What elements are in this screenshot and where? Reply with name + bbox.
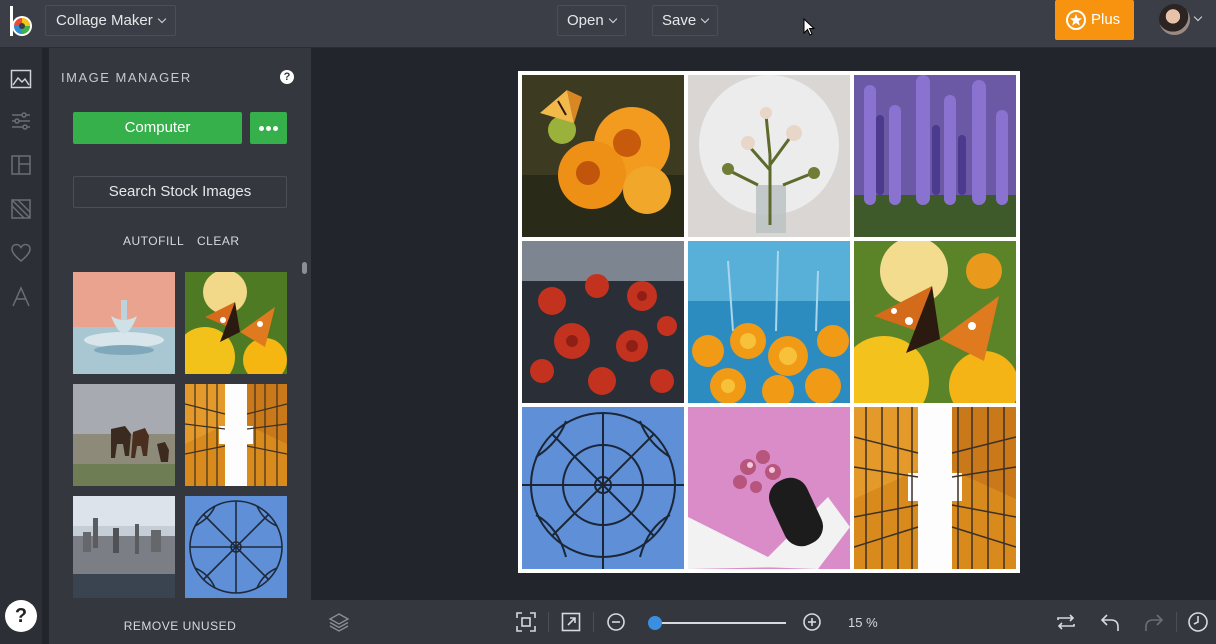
plus-label: Plus bbox=[1091, 11, 1121, 28]
chevron-down-icon bbox=[700, 14, 710, 24]
collage-cell-9[interactable] bbox=[854, 407, 1016, 569]
adjust-sliders-icon[interactable] bbox=[10, 110, 32, 132]
zoom-slider-track[interactable] bbox=[651, 622, 786, 624]
collage-cell-1[interactable] bbox=[522, 75, 684, 237]
thumbnail-grid bbox=[73, 272, 287, 598]
avatar bbox=[1159, 4, 1190, 35]
redo-icon[interactable] bbox=[1143, 611, 1165, 633]
thumbnail-water-drop[interactable] bbox=[73, 272, 175, 374]
layers-icon[interactable] bbox=[328, 611, 350, 633]
actual-size-icon[interactable] bbox=[560, 611, 582, 633]
open-label: Open bbox=[567, 12, 604, 29]
computer-upload-button[interactable]: Computer bbox=[73, 112, 242, 144]
collage-cell-6[interactable] bbox=[854, 241, 1016, 403]
history-clock-icon[interactable] bbox=[1187, 611, 1209, 633]
fit-to-screen-icon[interactable] bbox=[515, 611, 537, 633]
panel-help-icon[interactable]: ? bbox=[280, 70, 294, 84]
search-stock-images-button[interactable]: Search Stock Images bbox=[73, 176, 287, 208]
panel-title: IMAGE MANAGER bbox=[61, 70, 192, 85]
chevron-down-icon bbox=[157, 14, 166, 24]
clear-button[interactable]: CLEAR bbox=[197, 234, 240, 248]
zoom-slider-handle[interactable] bbox=[648, 616, 662, 630]
collage-cell-4[interactable] bbox=[522, 241, 684, 403]
collage-cell-2[interactable] bbox=[688, 75, 850, 237]
chevron-down-icon bbox=[1193, 12, 1203, 22]
toolbar-divider bbox=[548, 612, 549, 632]
thumbnail-city-skyline[interactable] bbox=[73, 496, 175, 598]
save-label: Save bbox=[662, 12, 697, 29]
befunky-logo[interactable] bbox=[8, 6, 36, 38]
autofill-button[interactable]: AUTOFILL bbox=[123, 234, 184, 248]
undo-icon[interactable] bbox=[1099, 611, 1121, 633]
collage-cell-3[interactable] bbox=[854, 75, 1016, 237]
more-sources-button[interactable] bbox=[250, 112, 287, 144]
top-bar: Collage Maker Open Save Plus bbox=[0, 0, 1216, 48]
swap-images-icon[interactable] bbox=[1055, 611, 1077, 633]
collage-canvas[interactable] bbox=[518, 71, 1020, 573]
dot-icon bbox=[266, 126, 271, 131]
save-menu-button[interactable]: Save bbox=[652, 5, 719, 36]
collage-cell-7[interactable] bbox=[522, 407, 684, 569]
tool-rail bbox=[0, 48, 42, 644]
app-menu-label: Collage Maker bbox=[56, 12, 153, 29]
collage-cell-8[interactable] bbox=[688, 407, 850, 569]
star-icon bbox=[1066, 10, 1086, 30]
heart-icon[interactable] bbox=[10, 242, 32, 264]
background-texture-icon[interactable] bbox=[10, 198, 32, 220]
thumbnail-butterfly-flower[interactable] bbox=[185, 272, 287, 374]
plus-upgrade-button[interactable]: Plus bbox=[1055, 0, 1134, 40]
zoom-level-label: 15 % bbox=[848, 615, 878, 630]
text-icon[interactable] bbox=[10, 286, 32, 308]
image-manager-icon[interactable] bbox=[10, 68, 32, 90]
chevron-down-icon bbox=[608, 14, 617, 24]
zoom-out-icon[interactable] bbox=[605, 611, 627, 633]
zoom-in-icon[interactable] bbox=[801, 611, 823, 633]
dot-icon bbox=[273, 126, 278, 131]
bottom-toolbar: 15 % bbox=[311, 600, 1216, 644]
toolbar-divider bbox=[593, 612, 594, 632]
help-button[interactable]: ? bbox=[5, 600, 37, 632]
thumbnail-scrollbar[interactable] bbox=[302, 262, 307, 274]
remove-unused-button[interactable]: REMOVE UNUSED bbox=[49, 619, 311, 633]
collage-cell-5[interactable] bbox=[688, 241, 850, 403]
thumbnail-skyscrapers[interactable] bbox=[185, 384, 287, 486]
dot-icon bbox=[259, 126, 264, 131]
layout-icon[interactable] bbox=[10, 154, 32, 176]
open-menu-button[interactable]: Open bbox=[557, 5, 626, 36]
account-menu[interactable] bbox=[1159, 4, 1207, 36]
mouse-cursor-icon bbox=[803, 18, 815, 36]
thumbnail-dome-window[interactable] bbox=[185, 496, 287, 598]
toolbar-divider bbox=[1176, 612, 1177, 632]
image-manager-panel: IMAGE MANAGER ? Computer Search Stock Im… bbox=[49, 48, 311, 644]
thumbnail-horses[interactable] bbox=[73, 384, 175, 486]
app-menu-dropdown[interactable]: Collage Maker bbox=[45, 5, 176, 36]
